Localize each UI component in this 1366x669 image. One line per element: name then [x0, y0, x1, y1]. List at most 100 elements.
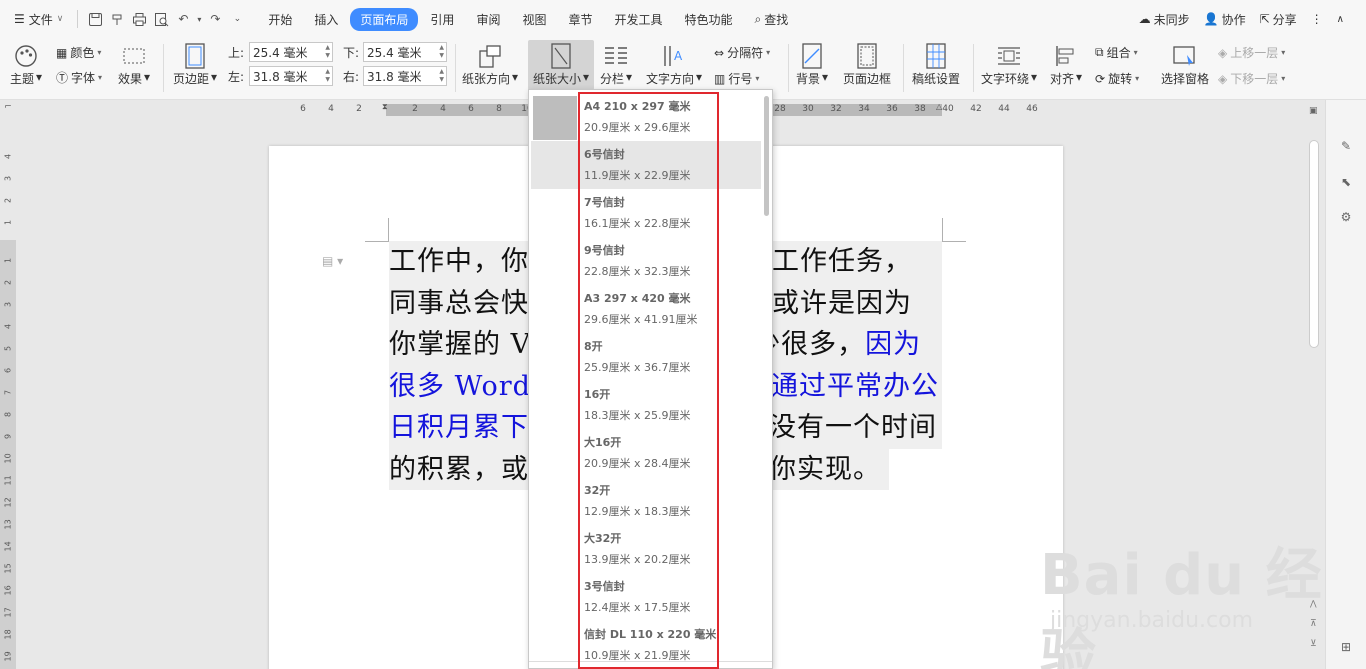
- page-border-button[interactable]: 页面边框: [843, 42, 891, 87]
- font-icon: Ⓣ: [56, 71, 69, 85]
- selection-pane-button[interactable]: 选择窗格: [1161, 42, 1209, 87]
- divider: [903, 44, 904, 92]
- chevron-down-icon[interactable]: ▾: [194, 8, 204, 30]
- indent-marker-icon[interactable]: ⧗: [382, 102, 388, 112]
- color-button[interactable]: ▦ 颜色 ▾: [56, 44, 101, 61]
- line-number-button[interactable]: ▥ 行号 ▾: [714, 70, 759, 87]
- paragraph-menu-icon[interactable]: ▤ ▾: [322, 254, 343, 268]
- ruler-corner: ⌐: [4, 102, 12, 112]
- tab-references[interactable]: 引用: [420, 8, 464, 31]
- columns-button[interactable]: 分栏 ▾: [600, 42, 632, 87]
- chevron-down-icon: ▾: [144, 70, 151, 84]
- separator-label: 分隔符: [727, 46, 764, 60]
- paper-size-name: A3 297 x 420 毫米: [584, 292, 691, 305]
- top-margin-label: 上:: [228, 46, 245, 60]
- collaborate-button[interactable]: 👤 协作: [1204, 11, 1246, 28]
- print-icon[interactable]: [128, 8, 150, 30]
- vertical-ruler[interactable]: 4 3 2 1 1 2 3 4 5 6 7 8 9 10 11 12 13 14…: [0, 118, 16, 669]
- format-painter-icon[interactable]: [106, 8, 128, 30]
- search-button[interactable]: ⌕ 查找: [745, 8, 799, 31]
- save-icon[interactable]: [84, 8, 106, 30]
- group-button[interactable]: ⧉ 组合 ▾: [1095, 44, 1138, 61]
- paper-size-dimensions: 22.8厘米 x 32.3厘米: [584, 265, 691, 278]
- chevron-down-icon: ▾: [1031, 70, 1038, 84]
- sync-status-button[interactable]: ☁ 未同步: [1139, 11, 1190, 28]
- spinner-icon[interactable]: ▲ ▼: [325, 44, 330, 60]
- paper-size-option[interactable]: 32开 12.9厘米 x 18.3厘米: [531, 477, 761, 525]
- paper-size-option[interactable]: A3 297 x 420 毫米 29.6厘米 x 41.91厘米: [531, 285, 761, 333]
- paper-size-option[interactable]: 7号信封 16.1厘米 x 22.8厘米: [531, 189, 761, 237]
- bring-forward-label: 上移一层: [1230, 46, 1279, 60]
- scrollbar-thumb[interactable]: [1309, 140, 1319, 348]
- chevron-up-icon[interactable]: ∧: [1337, 14, 1344, 25]
- select-pointer-icon[interactable]: ⬉: [1336, 172, 1356, 192]
- rotate-button[interactable]: ⟳ 旋转 ▾: [1095, 70, 1139, 87]
- orientation-button[interactable]: 纸张方向 ▾: [462, 42, 518, 87]
- tab-section[interactable]: 章节: [558, 8, 602, 31]
- draft-paper-button[interactable]: 稿纸设置: [912, 42, 960, 87]
- paper-size-option[interactable]: 3号信封 12.4厘米 x 17.5厘米: [531, 573, 761, 621]
- share-button[interactable]: ⇱ 分享: [1260, 11, 1297, 28]
- paper-size-option[interactable]: 大16开 20.9厘米 x 28.4厘米: [531, 429, 761, 477]
- paper-size-option[interactable]: 16开 18.3厘米 x 25.9厘米: [531, 381, 761, 429]
- align-button[interactable]: 对齐 ▾: [1050, 42, 1082, 87]
- theme-button[interactable]: 主题 ▾: [10, 42, 42, 87]
- dropdown-scrollbar[interactable]: [764, 96, 769, 216]
- effects-button[interactable]: 效果 ▾: [118, 42, 150, 87]
- right-indent-marker-icon[interactable]: △: [936, 102, 942, 111]
- tab-page-layout[interactable]: 页面布局: [350, 7, 419, 31]
- top-margin-input[interactable]: 25.4 毫米 ▲ ▼: [249, 42, 333, 62]
- tab-home[interactable]: 开始: [258, 8, 302, 31]
- tab-view[interactable]: 视图: [512, 8, 556, 31]
- scroll-up-icon[interactable]: ▣: [1309, 106, 1318, 116]
- paper-size-option[interactable]: A4 210 x 297 毫米 20.9厘米 x 29.6厘米: [531, 93, 761, 141]
- left-margin-input[interactable]: 31.8 毫米 ▲ ▼: [249, 66, 333, 86]
- tab-insert[interactable]: 插入: [304, 8, 348, 31]
- paper-size-option[interactable]: 8开 25.9厘米 x 36.7厘米: [531, 333, 761, 381]
- settings-sliders-icon[interactable]: ⚙: [1336, 207, 1356, 227]
- bring-forward-button[interactable]: ◈ 上移一层 ▾: [1218, 44, 1285, 61]
- paper-size-button[interactable]: 纸张大小 ▾: [528, 40, 594, 90]
- file-menu-label: 文件: [28, 12, 53, 27]
- separator-button[interactable]: ⇔ 分隔符 ▾: [714, 44, 770, 61]
- chevron-down-icon: ▾: [512, 70, 519, 84]
- text-direction-button[interactable]: A 文字方向 ▾: [646, 42, 702, 87]
- group-label: 组合: [1106, 46, 1131, 60]
- file-menu[interactable]: ☰ 文件 ∨: [0, 0, 71, 38]
- customize-toolbar-icon[interactable]: ⌄: [226, 8, 248, 30]
- font-button[interactable]: Ⓣ 字体 ▾: [56, 69, 102, 86]
- tab-special-features[interactable]: 特色功能: [675, 8, 743, 31]
- tab-review[interactable]: 审阅: [466, 8, 510, 31]
- tab-developer[interactable]: 开发工具: [604, 8, 672, 31]
- selection-pane-label: 选择窗格: [1161, 72, 1210, 86]
- print-preview-icon[interactable]: [150, 8, 172, 30]
- undo-icon[interactable]: ↶: [172, 8, 194, 30]
- bottom-margin-input[interactable]: 25.4 毫米 ▲ ▼: [363, 42, 447, 62]
- ruler-tick-label: 4: [440, 104, 446, 114]
- text-wrap-button[interactable]: 文字环绕 ▾: [981, 42, 1037, 87]
- margin-corner-mark: [365, 218, 389, 242]
- redo-icon[interactable]: ↷: [204, 8, 226, 30]
- margins-icon: [181, 42, 209, 70]
- spinner-icon[interactable]: ▲ ▼: [439, 68, 444, 84]
- line-number-label: 行号: [728, 72, 753, 86]
- layer-up-icon: ◈: [1218, 45, 1228, 60]
- edit-pen-icon[interactable]: ✎: [1336, 136, 1356, 156]
- vruler-tick-label: 4: [3, 153, 13, 160]
- send-backward-button[interactable]: ◈ 下移一层 ▾: [1218, 70, 1285, 87]
- group-icon: ⧉: [1095, 45, 1104, 59]
- divider: [163, 44, 164, 92]
- paper-size-option[interactable]: 9号信封 22.8厘米 x 32.3厘米: [531, 237, 761, 285]
- right-margin-input[interactable]: 31.8 毫米 ▲ ▼: [363, 66, 447, 86]
- more-options-icon[interactable]: ⋮: [1311, 12, 1323, 26]
- paper-size-name: 3号信封: [584, 580, 625, 593]
- spinner-icon[interactable]: ▲ ▼: [439, 44, 444, 60]
- spinner-icon[interactable]: ▲ ▼: [325, 68, 330, 84]
- vruler-tick-label: 1: [3, 219, 13, 226]
- paper-size-option[interactable]: 6号信封 11.9厘米 x 22.9厘米: [531, 141, 761, 189]
- layer-down-icon: ◈: [1218, 71, 1228, 86]
- paper-size-option[interactable]: 大32开 13.9厘米 x 20.2厘米: [531, 525, 761, 573]
- paper-size-name: 16开: [584, 388, 611, 401]
- background-button[interactable]: 背景 ▾: [796, 42, 828, 87]
- margins-button[interactable]: 页边距 ▾: [173, 42, 217, 87]
